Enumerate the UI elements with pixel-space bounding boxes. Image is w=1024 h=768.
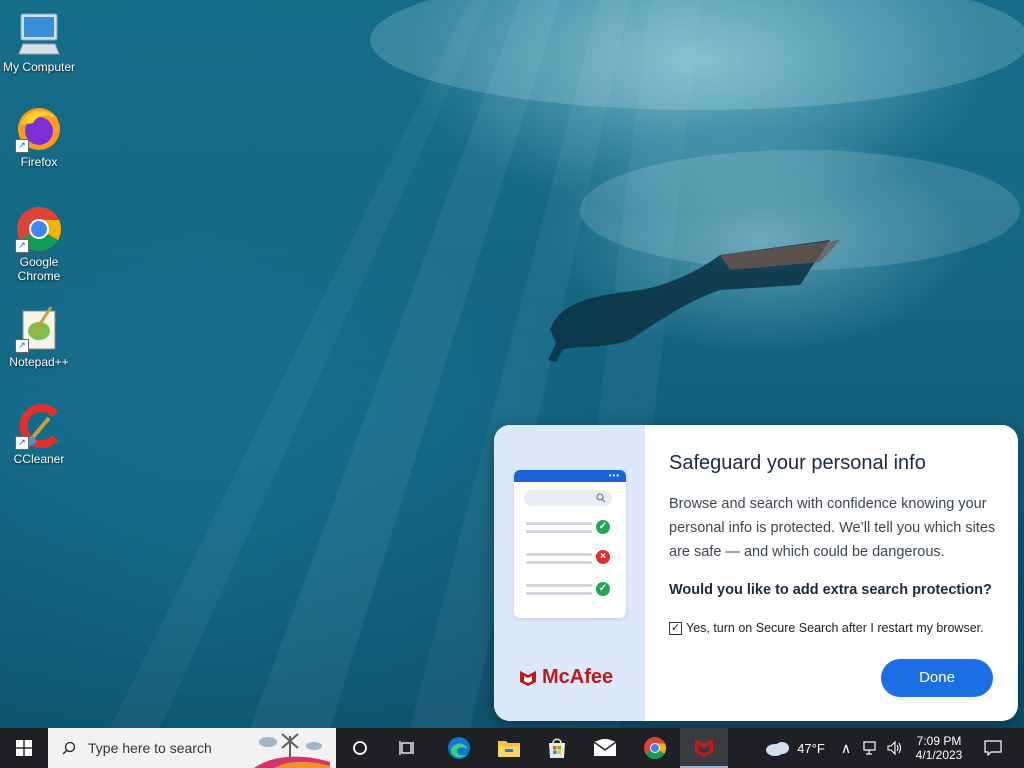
taskbar-file-explorer[interactable]: [488, 728, 530, 768]
cortana-icon: [353, 741, 367, 755]
taskbar-mcafee-active[interactable]: [680, 728, 728, 768]
clock[interactable]: 7:09 PM 4/1/2023: [908, 728, 970, 768]
secure-search-checkbox[interactable]: ✓: [669, 621, 682, 635]
browser-illustration: ••• ✓ × ✓: [514, 470, 626, 618]
shortcut-arrow-icon: ↗: [15, 339, 29, 353]
clock-date: 4/1/2023: [915, 748, 963, 762]
mail-icon: [593, 739, 617, 756]
weather-widget[interactable]: 47°F: [760, 728, 830, 768]
desktop-icon-label: My Computer: [2, 60, 76, 74]
desktop-icon-label: Firefox: [20, 155, 58, 169]
show-hidden-icons-button[interactable]: ∧: [836, 728, 856, 768]
edge-icon: [448, 737, 470, 759]
mcafee-secure-search-popup: ••• ✓ × ✓ McAfee Safeguard your personal…: [494, 425, 1018, 721]
volume-button[interactable]: [884, 728, 906, 768]
secure-search-option[interactable]: ✓ Yes, turn on Secure Search after I res…: [669, 621, 984, 635]
network-button[interactable]: [860, 728, 882, 768]
search-icon: [596, 493, 606, 503]
cortana-button[interactable]: [340, 728, 380, 768]
monitor-icon: [15, 10, 63, 58]
desktop-icon-notepad-plus-plus[interactable]: ↗ Notepad++: [1, 305, 77, 369]
mcafee-icon: [695, 739, 713, 757]
desktop-icon-google-chrome[interactable]: ↗ Google Chrome: [1, 205, 77, 283]
popup-description: Browse and search with confidence knowin…: [669, 496, 996, 560]
search-placeholder: Type here to search: [88, 740, 212, 756]
taskbar: Type here to search 47°F ∧ 7:09 PM 4/1/2…: [0, 728, 1024, 768]
safe-check-icon: ✓: [596, 582, 610, 596]
weather-temperature: 47°F: [797, 740, 825, 756]
secure-search-checkbox-label[interactable]: Yes, turn on Secure Search after I resta…: [686, 621, 984, 635]
taskbar-chrome[interactable]: [634, 728, 676, 768]
chrome-icon: [644, 737, 666, 759]
chrome-icon: ↗: [15, 205, 63, 253]
desktop-icon-label: CCleaner: [13, 452, 65, 466]
swimmer-silhouette: [548, 240, 840, 362]
shortcut-arrow-icon: ↗: [15, 139, 29, 153]
taskbar-mail[interactable]: [584, 728, 626, 768]
cloud-icon: [766, 742, 790, 756]
clock-time: 7:09 PM: [916, 734, 962, 748]
firefox-icon: ↗: [15, 105, 63, 153]
desktop-icon-my-computer[interactable]: My Computer: [1, 10, 77, 74]
desktop-icon-firefox[interactable]: ↗ Firefox: [1, 105, 77, 169]
windows-logo-icon: [16, 740, 32, 756]
danger-x-icon: ×: [596, 550, 610, 564]
taskbar-microsoft-store[interactable]: [536, 728, 578, 768]
notification-icon: [984, 740, 1002, 756]
action-center-button[interactable]: [978, 728, 1008, 768]
file-explorer-icon: [498, 741, 520, 757]
notepad-plus-plus-icon: ↗: [15, 305, 63, 353]
mcafee-logo: McAfee: [519, 666, 613, 689]
popup-title: Safeguard your personal info: [669, 452, 926, 474]
done-button[interactable]: Done: [881, 659, 993, 697]
task-view-button[interactable]: [388, 728, 428, 768]
shortcut-arrow-icon: ↗: [15, 239, 29, 253]
desktop-icon-label: Notepad++: [9, 355, 69, 369]
desktop-icon-label: Google Chrome: [17, 255, 61, 283]
start-button[interactable]: [0, 728, 48, 768]
task-view-icon: [399, 741, 414, 755]
mcafee-shield-icon: [520, 670, 536, 686]
taskbar-edge[interactable]: [438, 728, 480, 768]
search-highlight-windmill-icon: [254, 733, 330, 768]
popup-question: Would you like to add extra search prote…: [669, 582, 992, 598]
ccleaner-icon: ↗: [15, 402, 63, 450]
store-icon: [549, 738, 565, 758]
chevron-up-icon: ∧: [840, 739, 852, 756]
desktop-icon-ccleaner[interactable]: ↗ CCleaner: [1, 402, 77, 466]
network-icon: [863, 741, 876, 755]
shortcut-arrow-icon: ↗: [15, 436, 29, 450]
popup-illustration-panel: ••• ✓ × ✓ McAfee: [494, 425, 645, 721]
search-icon: [62, 741, 76, 755]
safe-check-icon: ✓: [596, 520, 610, 534]
taskbar-search-box[interactable]: Type here to search: [48, 728, 336, 768]
speaker-icon: [887, 741, 902, 755]
